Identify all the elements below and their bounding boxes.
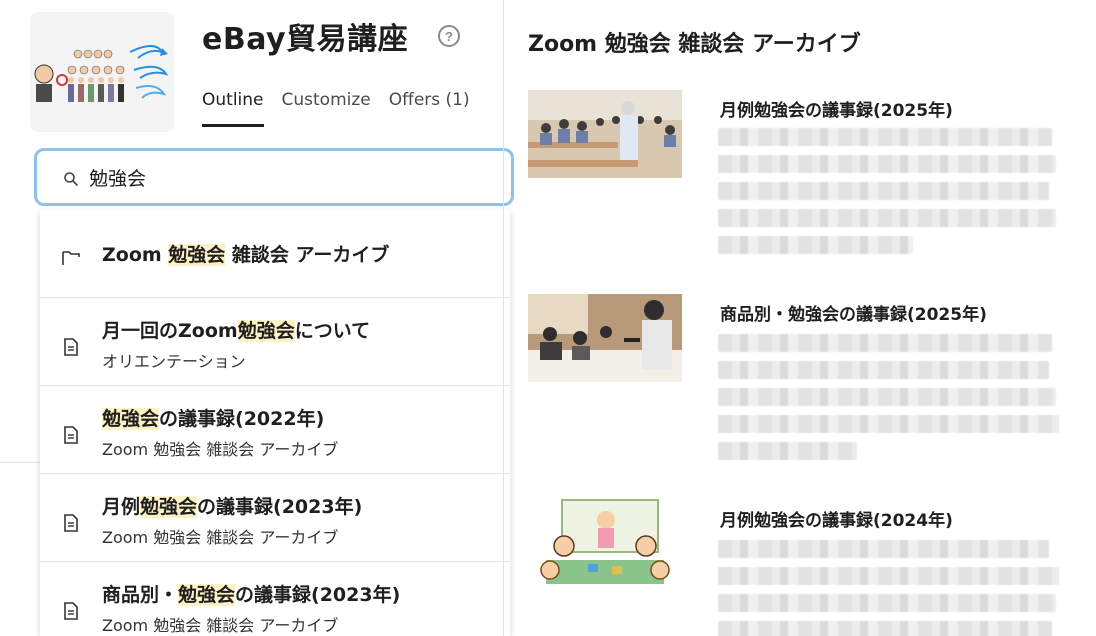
tab-offers[interactable]: Offers (1): [389, 90, 470, 127]
result-subtitle: Zoom 勉強会 雑談会 アーカイブ: [102, 440, 339, 459]
search-results-dropdown: Zoom 勉強会 雑談会 アーカイブ 月一回のZoom勉強会について オリエンテ…: [40, 210, 510, 636]
search-result-item[interactable]: 月一回のZoom勉強会について オリエンテーション: [40, 298, 510, 386]
app-window: eBay貿易講座 ? Outline Customize Offers (1) …: [0, 0, 1096, 636]
lesson-description-line: [718, 388, 1056, 406]
result-subtitle: Zoom 勉強会 雑談会 アーカイブ: [102, 528, 339, 547]
lesson-description: [718, 540, 1066, 636]
lesson-description-line: [718, 236, 913, 254]
result-subtitle: Zoom 勉強会 雑談会 アーカイブ: [102, 616, 339, 635]
result-title-highlight: 勉強会: [168, 244, 226, 266]
course-thumbnail-illustration: [30, 12, 174, 132]
result-title-text: の議事録(2023年): [197, 496, 363, 518]
result-title-highlight: 勉強会: [237, 320, 295, 342]
lesson-title[interactable]: 月例勉強会の議事録(2024年): [720, 506, 953, 531]
lesson-thumbnail[interactable]: [528, 90, 682, 178]
lesson-description-line: [718, 442, 858, 460]
course-title: eBay貿易講座: [202, 22, 409, 57]
lesson-description-line: [718, 621, 1053, 636]
result-title-text: Zoom: [102, 244, 169, 266]
result-subtitle: オリエンテーション: [102, 352, 246, 371]
lesson-description-line: [718, 182, 1049, 200]
document-icon: [64, 426, 78, 444]
search-icon: [64, 172, 78, 186]
result-title-text: 雑談会 アーカイブ: [225, 244, 390, 266]
search-result-item[interactable]: 商品別・勉強会の議事録(2023年) Zoom 勉強会 雑談会 アーカイブ: [40, 562, 510, 636]
lesson-description: [718, 128, 1066, 263]
help-icon[interactable]: ?: [438, 25, 460, 47]
result-title-text: 商品別・: [102, 584, 179, 606]
lesson-description-line: [718, 594, 1056, 612]
result-title-highlight: 勉強会: [178, 584, 236, 606]
document-icon: [64, 338, 78, 356]
lesson-thumbnail[interactable]: [528, 294, 682, 382]
search-result-item[interactable]: 月例勉強会の議事録(2023年) Zoom 勉強会 雑談会 アーカイブ: [40, 474, 510, 562]
search-input[interactable]: [89, 161, 449, 193]
panel-divider: [503, 0, 504, 636]
classroom-photo: [528, 90, 682, 178]
folder-icon: [62, 251, 80, 265]
result-title-highlight: 勉強会: [102, 408, 160, 430]
result-title-text: について: [294, 320, 371, 342]
lesson-description-line: [718, 361, 1049, 379]
lesson-description-line: [718, 155, 1056, 173]
lesson-title[interactable]: 月例勉強会の議事録(2025年): [720, 96, 953, 121]
search-result-item[interactable]: 勉強会の議事録(2022年) Zoom 勉強会 雑談会 アーカイブ: [40, 386, 510, 474]
result-title: 商品別・勉強会の議事録(2023年): [102, 580, 400, 607]
result-title: 勉強会の議事録(2022年): [102, 404, 324, 431]
outline-divider: [0, 462, 40, 463]
lesson-title[interactable]: 商品別・勉強会の議事録(2025年): [720, 300, 987, 325]
search-field[interactable]: [34, 148, 514, 206]
tab-customize[interactable]: Customize: [282, 90, 371, 127]
search-result-item[interactable]: Zoom 勉強会 雑談会 アーカイブ: [40, 210, 510, 298]
lesson-description-line: [718, 567, 1060, 585]
lesson-description-line: [718, 540, 1049, 558]
section-title: Zoom 勉強会 雑談会 アーカイブ: [528, 32, 861, 57]
lesson-description-line: [718, 209, 1056, 227]
course-tabs: Outline Customize Offers (1): [202, 90, 470, 127]
document-icon: [64, 602, 78, 620]
course-sidebar: eBay貿易講座 ? Outline Customize Offers (1) …: [0, 0, 514, 636]
result-title: Zoom 勉強会 雑談会 アーカイブ: [102, 240, 389, 267]
result-title-text: 月一回のZoom: [102, 320, 238, 342]
lesson-description-line: [718, 334, 1053, 352]
lesson-thumbnail[interactable]: [528, 498, 682, 586]
lesson-description-line: [718, 128, 1053, 146]
lesson-description-line: [718, 415, 1060, 433]
tab-outline[interactable]: Outline: [202, 90, 264, 127]
result-title: 月例勉強会の議事録(2023年): [102, 492, 362, 519]
course-thumbnail[interactable]: [30, 12, 174, 132]
result-title-text: の議事録(2023年): [235, 584, 401, 606]
result-title: 月一回のZoom勉強会について: [102, 316, 370, 343]
document-icon: [64, 514, 78, 532]
study-group-illustration: [528, 498, 682, 586]
result-title-highlight: 勉強会: [140, 496, 198, 518]
result-title-text: の議事録(2022年): [159, 408, 325, 430]
lesson-description: [718, 334, 1066, 469]
result-title-text: 月例: [102, 496, 141, 518]
meeting-photo: [528, 294, 682, 382]
